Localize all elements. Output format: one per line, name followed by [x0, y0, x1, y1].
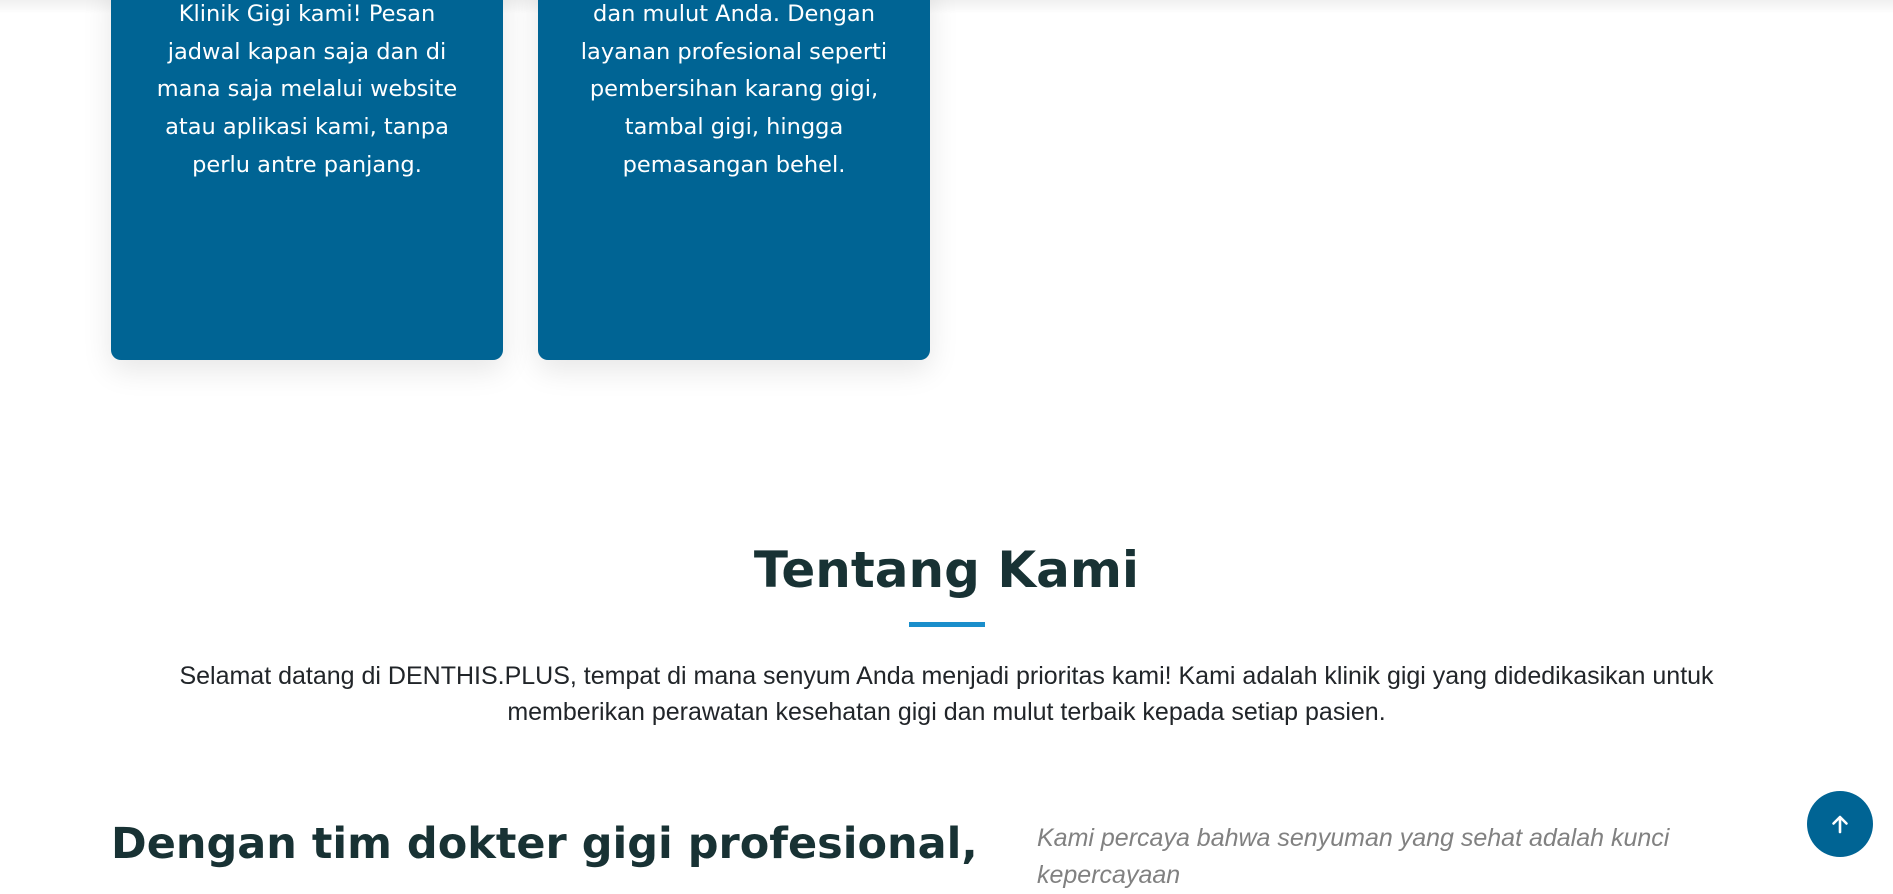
title-underline — [909, 622, 985, 627]
feature-card-text: Klinik Gigi kami! Pesan jadwal kapan saj… — [156, 1, 458, 178]
scroll-to-top-button[interactable] — [1807, 791, 1873, 857]
feature-card-text: dan mulut Anda. Dengan layanan profesion… — [580, 1, 888, 178]
arrow-up-icon — [1828, 812, 1852, 836]
feature-card-booking: Klinik Gigi kami! Pesan jadwal kapan saj… — [111, 0, 503, 360]
feature-card-services: dan mulut Anda. Dengan layanan profesion… — [538, 0, 930, 360]
about-quote-text: Kami percaya bahwa senyuman yang sehat a… — [1037, 824, 1670, 889]
about-section-title: Tentang Kami — [753, 541, 1140, 599]
about-intro-text: Selamat datang di DENTHIS.PLUS, tempat d… — [179, 662, 1714, 726]
about-sub-heading: Dengan tim dokter gigi profesional, — [111, 819, 978, 869]
